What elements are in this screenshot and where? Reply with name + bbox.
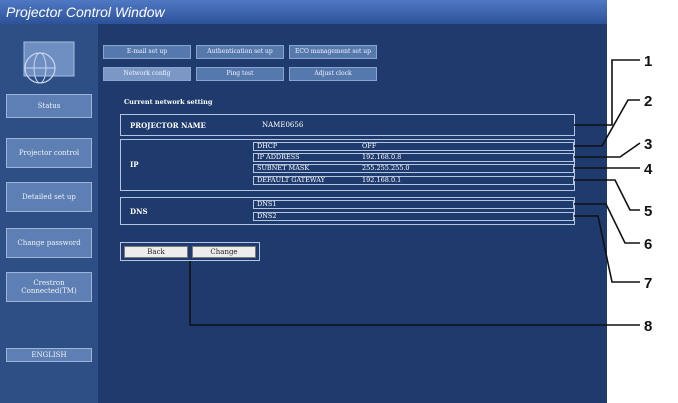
callout-line-8 [189,261,640,326]
callout-line-7 [574,215,640,283]
callout-annotations: 1 2 3 4 5 6 7 8 [189,53,653,335]
callout-number-7: 7 [644,275,652,292]
callout-number-5: 5 [644,203,652,220]
callout-number-1: 1 [644,53,652,70]
callout-number-3: 3 [644,136,652,153]
callout-line-3 [574,142,641,158]
callout-line-2 [574,99,640,147]
callout-number-6: 6 [644,236,652,253]
callout-number-8: 8 [644,318,652,335]
callout-number-4: 4 [644,161,653,178]
callout-line-1 [574,59,640,126]
callout-number-2: 2 [644,93,652,110]
